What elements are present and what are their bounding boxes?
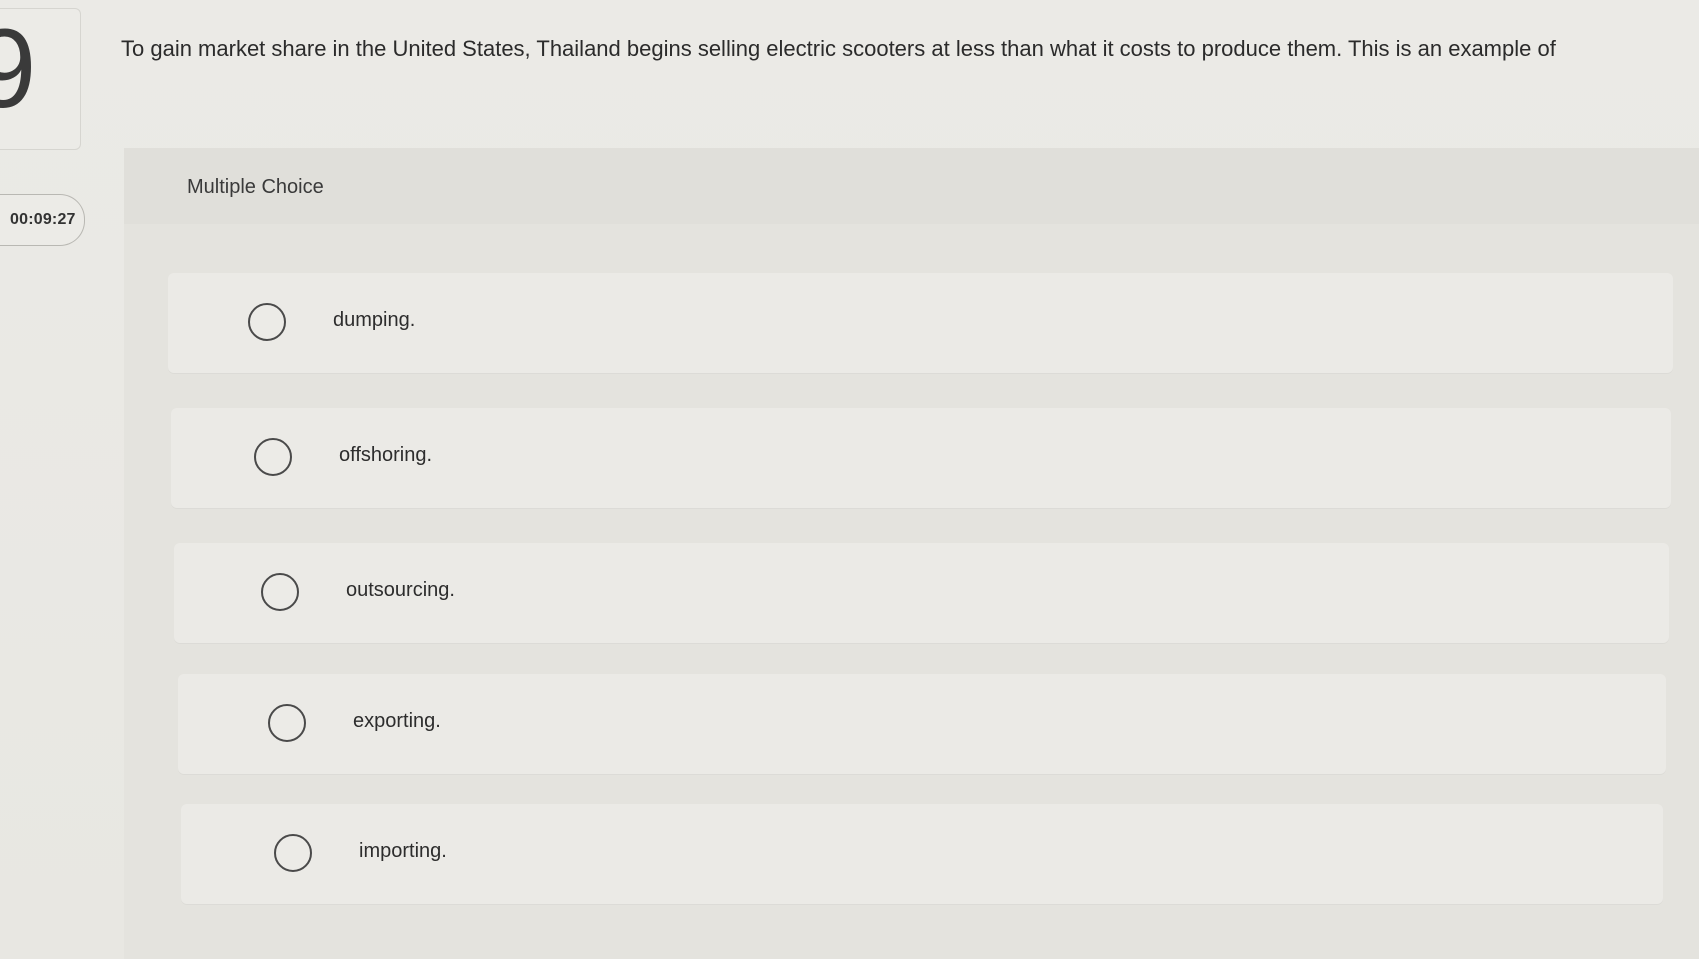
radio-button[interactable] [254,438,292,476]
answer-panel: Multiple Choice dumping. offshoring. out… [124,148,1699,959]
radio-button[interactable] [268,704,306,742]
question-type-label: Multiple Choice [187,176,324,198]
answer-option-label: importing. [359,840,447,862]
timer-badge: 00:09:27 [0,194,85,246]
answer-option-label: dumping. [333,309,416,331]
question-number-box: 9 [0,8,81,150]
radio-button[interactable] [274,834,312,872]
question-text: To gain market share in the United State… [121,36,1556,61]
quiz-page: 9 00:09:27 To gain market share in the U… [0,0,1699,959]
answer-option-outsourcing[interactable]: outsourcing. [174,543,1669,643]
answer-option-label: outsourcing. [346,579,455,601]
answer-option-importing[interactable]: importing. [181,804,1663,904]
answer-option-dumping[interactable]: dumping. [168,273,1673,373]
answer-option-label: offshoring. [339,444,433,466]
question-number: 9 [0,13,36,125]
answer-panel-header: Multiple Choice [124,148,1699,224]
radio-button[interactable] [261,573,299,611]
radio-button[interactable] [248,303,286,341]
answer-option-offshoring[interactable]: offshoring. [171,408,1671,508]
answer-option-label: exporting. [353,710,441,732]
answer-option-exporting[interactable]: exporting. [178,674,1666,774]
